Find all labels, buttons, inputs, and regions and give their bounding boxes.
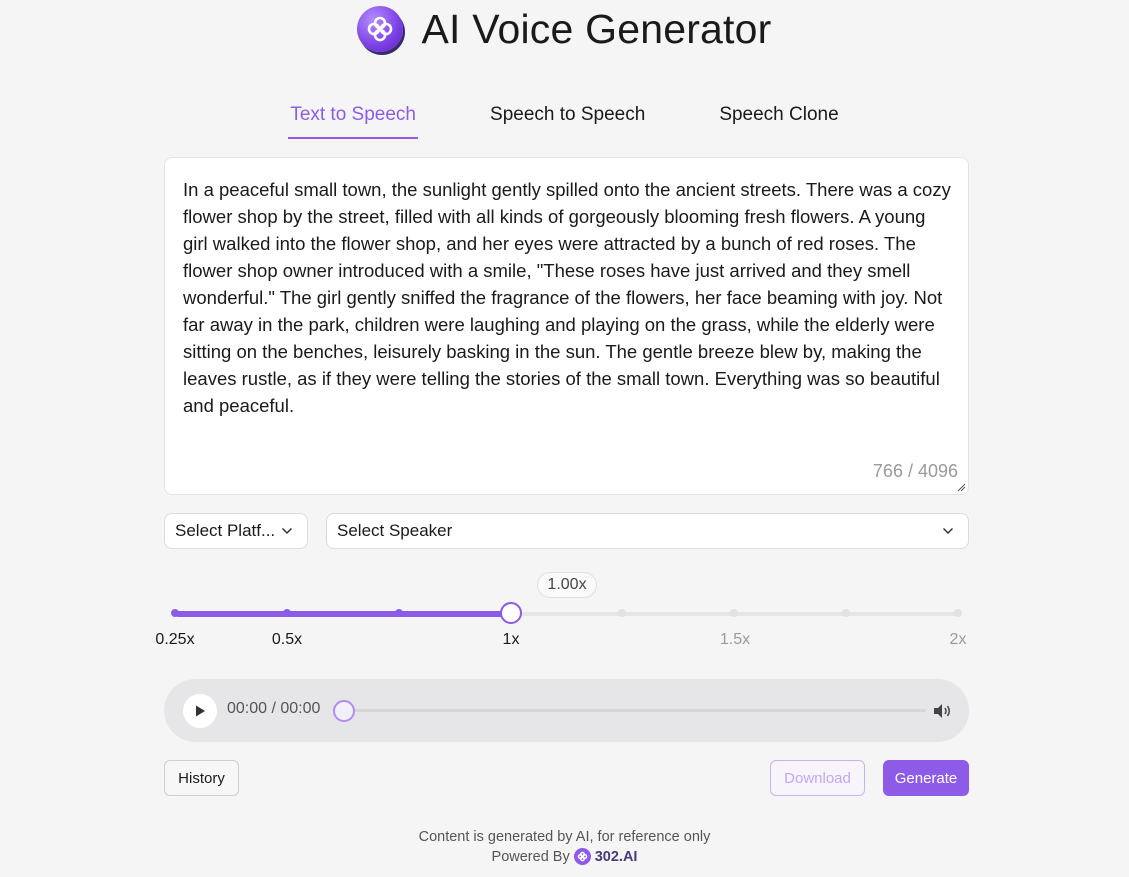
volume-icon[interactable] [932, 702, 952, 720]
speed-mark-label: 0.25x [155, 631, 195, 648]
speed-step-dot [395, 609, 403, 617]
brand-logo-icon [573, 848, 591, 865]
speaker-select[interactable]: Select Speaker [326, 513, 969, 549]
chevron-down-icon [281, 527, 293, 535]
generate-button[interactable]: Generate [883, 760, 969, 796]
speed-step-dot [842, 609, 850, 617]
playback-progress-thumb[interactable] [333, 700, 355, 722]
speed-slider-thumb[interactable] [500, 602, 522, 624]
page-title: AI Voice Generator [421, 5, 772, 52]
speed-step-dot [618, 609, 626, 617]
character-counter: 766 / 4096 [872, 461, 958, 481]
speed-step-dot [283, 609, 291, 617]
playback-time: 00:00 / 00:00 [227, 700, 321, 717]
speaker-select-value: Select Speaker [337, 521, 453, 540]
speed-step-dot [730, 609, 738, 617]
audio-player: 00:00 / 00:00 [164, 679, 969, 742]
playback-progress-track[interactable] [344, 709, 926, 712]
mode-tabs: Text to Speech Speech to Speech Speech C… [0, 100, 1129, 140]
powered-by-label: Powered By [491, 848, 570, 865]
tab-speech-to-speech[interactable]: Speech to Speech [488, 100, 647, 139]
speed-mark-label: 1x [502, 631, 520, 648]
powered-by: Powered By 302.AI [0, 848, 1129, 865]
speed-value-badge: 1.00x [537, 572, 597, 598]
text-input-area[interactable]: In a peaceful small town, the sunlight g… [164, 157, 969, 495]
chevron-down-icon [942, 527, 954, 535]
tab-speech-clone[interactable]: Speech Clone [717, 100, 840, 139]
tab-text-to-speech[interactable]: Text to Speech [288, 100, 419, 139]
download-button[interactable]: Download [770, 760, 865, 796]
speed-mark-label: 1.5x [719, 631, 751, 648]
ai-disclaimer: Content is generated by AI, for referenc… [418, 829, 711, 845]
play-icon [196, 705, 205, 717]
speed-step-dot [171, 609, 179, 617]
speed-slider-fill [175, 611, 511, 617]
resize-handle-icon[interactable] [956, 482, 966, 492]
platform-select-value: Select Platf... [175, 521, 276, 540]
app-header: AI Voice Generator [0, 0, 1129, 58]
history-button[interactable]: History [164, 760, 239, 796]
speed-step-dot [954, 609, 962, 617]
speed-mark-label: 0.5x [271, 631, 303, 648]
play-button[interactable] [183, 694, 217, 728]
input-text[interactable]: In a peaceful small town, the sunlight g… [183, 176, 953, 419]
platform-select[interactable]: Select Platf... [164, 513, 308, 549]
brand-link[interactable]: 302.AI [595, 849, 638, 865]
speed-mark-label: 2x [949, 631, 967, 648]
flower-logo-icon [357, 6, 404, 52]
